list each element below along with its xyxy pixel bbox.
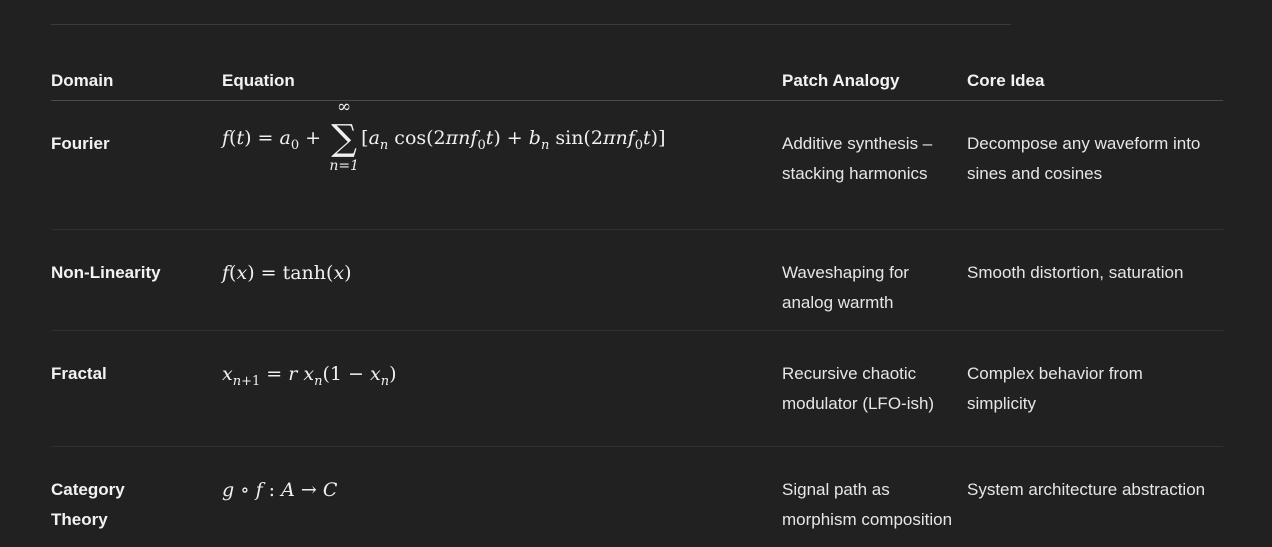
- composition-equation: g ∘ f : A → C: [222, 479, 338, 501]
- table-row: Fractal xn+1 = r xn(1 − xn) Recursive ch…: [51, 330, 1223, 447]
- domain-cell: Fractal: [51, 330, 222, 447]
- logistic-map-equation: xn+1 = r xn(1 − xn): [222, 363, 397, 389]
- patch-analogy-cell: Additive synthesis – stacking harmonics: [782, 100, 967, 230]
- top-divider: [51, 24, 1011, 25]
- core-idea-cell: Decompose any waveform into sines and co…: [967, 100, 1223, 230]
- equation-cell: f(x) = tanh(x): [222, 229, 782, 331]
- table-header-row: Domain Equation Patch Analogy Core Idea: [51, 66, 1223, 101]
- domain-cell: Fourier: [51, 100, 222, 230]
- patch-analogy-cell: Recursive chaotic modulator (LFO-ish): [782, 330, 967, 447]
- equation-cell: f(t) = a0 + ∞ ∑ n=1 [an cos(2πnf0t) + bn…: [222, 97, 782, 230]
- patch-analogy-cell: Signal path as morphism composition: [782, 480, 953, 529]
- core-idea-cell: Complex behavior from simplicity: [967, 330, 1223, 447]
- domain-cell: Non-Linearity: [51, 229, 222, 331]
- table-row: Fourier f(t) = a0 + ∞ ∑ n=1 [an cos(2πnf…: [51, 97, 1223, 230]
- fourier-equation: f(t) = a0 + ∞ ∑ n=1 [an cos(2πnf0t) + bn…: [222, 97, 666, 174]
- table-row: Non-Linearity f(x) = tanh(x) Waveshaping…: [51, 229, 1223, 331]
- table-row: Category Theory g ∘ f : A → C Signal pat…: [51, 447, 1223, 547]
- domain-cell: Category Theory: [51, 447, 222, 547]
- core-idea-cell: System architecture abstraction: [967, 480, 1206, 499]
- domain-line: Theory: [51, 510, 108, 529]
- header-patch-analogy: Patch Analogy: [782, 66, 967, 101]
- summation-symbol: ∞ ∑ n=1: [329, 97, 359, 174]
- domain-line: Category: [51, 480, 125, 499]
- math-patch-table: Domain Equation Patch Analogy Core Idea …: [51, 66, 1223, 547]
- header-domain: Domain: [51, 66, 222, 101]
- equation-cell: g ∘ f : A → C: [222, 447, 782, 547]
- core-idea-cell: Smooth distortion, saturation: [967, 229, 1223, 331]
- equation-cell: xn+1 = r xn(1 − xn): [222, 330, 782, 447]
- header-core-idea: Core Idea: [967, 66, 1223, 101]
- tanh-equation: f(x) = tanh(x): [222, 262, 352, 284]
- header-equation: Equation: [222, 66, 782, 101]
- patch-analogy-cell: Waveshaping for analog warmth: [782, 229, 967, 331]
